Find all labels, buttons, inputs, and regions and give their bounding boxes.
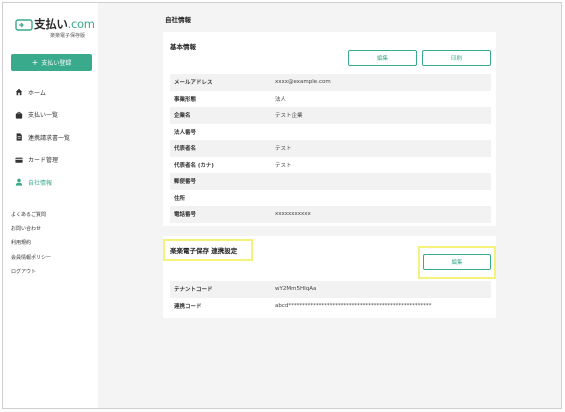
footer-links: よくあるご質問 お問い合わせ 利用規約 会員情報ポリシー ログアウト [11,208,51,279]
logo-text: 支払い.com [34,17,95,31]
row-value: xxxxxxxxxxx [275,211,311,218]
row-label: 企業名 [174,113,191,120]
table-row: 代表者名 テスト [170,140,491,157]
table-row: テナントコード wY2Mm5HIqAa [170,281,491,298]
sidebar-item-payments[interactable]: 支払い一覧 [3,104,98,127]
document-icon [15,133,23,141]
table-row: 事業形態 法人 [170,91,491,108]
table-row: 電話番号 xxxxxxxxxxx [170,206,491,223]
sidebar-nav: ホーム 支払い一覧 連携請求書一覧 カード管理 自社情報 [3,81,98,194]
app-window: 支払い.com 楽楽電子保存版 + 支払い登録 ホーム 支払い一覧 連携請求書一… [2,2,562,409]
basic-info-title: 基本情報 [170,43,196,51]
table-row: メールアドレス xxxx@example.com [170,74,491,91]
table-row: 代表者名 (カナ) テスト [170,157,491,174]
logo-icon [15,19,33,31]
row-label: 法人番号 [174,129,197,136]
print-button[interactable]: 印刷 [422,50,491,66]
faq-link[interactable]: よくあるご質問 [11,208,51,222]
sidebar-item-label: ホーム [28,89,46,97]
row-value: xxxx@example.com [275,79,331,86]
row-value: テスト [275,162,292,169]
row-label: 連携コード [174,303,202,310]
sidebar-item-invoices[interactable]: 連携請求書一覧 [3,126,98,149]
row-label: テナントコード [174,287,213,294]
contact-link[interactable]: お問い合わせ [11,222,51,236]
register-payment-button[interactable]: + 支払い登録 [11,54,92,71]
logo[interactable]: 支払い.com 楽楽電子保存版 [15,17,95,43]
row-value: 法人 [275,96,287,103]
bag-icon [15,111,23,119]
sidebar-item-label: 連携請求書一覧 [28,134,71,142]
table-row: 住所 [170,190,491,207]
page-title: 自社情報 [165,16,191,24]
sidebar-item-label: 自社情報 [28,179,53,187]
terms-link[interactable]: 利用規約 [11,236,51,250]
row-value: テスト [275,146,292,153]
logo-subtitle: 楽楽電子保存版 [50,33,86,39]
sidebar-item-label: 支払い一覧 [28,112,59,120]
row-value: wY2Mm5HIqAa [275,286,317,293]
edit-basic-info-button[interactable]: 編集 [348,50,417,66]
highlight-box: 編集 [418,246,496,279]
row-label: 代表者名 (カナ) [174,162,214,169]
row-label: 事業形態 [174,96,197,103]
basic-info-card: 基本情報 編集 印刷 メールアドレス xxxx@example.com 事業形態… [163,32,496,226]
sidebar-item-company-info[interactable]: 自社情報 [3,171,98,194]
register-payment-label: 支払い登録 [41,60,72,67]
sidebar: 支払い.com 楽楽電子保存版 + 支払い登録 ホーム 支払い一覧 連携請求書一… [3,3,98,408]
row-label: 代表者名 [174,146,197,153]
row-label: 電話番号 [174,212,197,219]
integration-settings-card: 楽楽電子保存 連携設定 編集 テナントコード wY2Mm5HIqAa 連携コード… [163,236,496,318]
edit-integration-button[interactable]: 編集 [423,254,491,270]
logout-link[interactable]: ログアウト [11,265,51,279]
integration-table: テナントコード wY2Mm5HIqAa 連携コード abcd**********… [170,281,491,314]
sidebar-item-home[interactable]: ホーム [3,81,98,104]
sidebar-item-label: カード管理 [28,157,59,165]
row-label: 住所 [174,195,186,202]
basic-info-table: メールアドレス xxxx@example.com 事業形態 法人 企業名 テスト… [170,74,491,223]
main-content: 自社情報 基本情報 編集 印刷 メールアドレス xxxx@example.com… [98,3,561,408]
row-value: abcd************************************… [275,302,432,309]
row-value: テスト企業 [275,113,303,120]
row-label: 郵便番号 [174,179,197,186]
row-label: メールアドレス [174,80,213,87]
integration-settings-title: 楽楽電子保存 連携設定 [163,239,253,261]
card-icon [15,156,23,164]
plus-icon: + [31,57,39,67]
table-row: 企業名 テスト企業 [170,107,491,124]
table-row: 法人番号 [170,124,491,141]
sidebar-item-cards[interactable]: カード管理 [3,149,98,172]
home-icon [15,88,23,96]
member-policy-link[interactable]: 会員情報ポリシー [11,251,51,265]
table-row: 郵便番号 [170,173,491,190]
table-row: 連携コード abcd******************************… [170,298,491,315]
user-icon [15,178,23,186]
